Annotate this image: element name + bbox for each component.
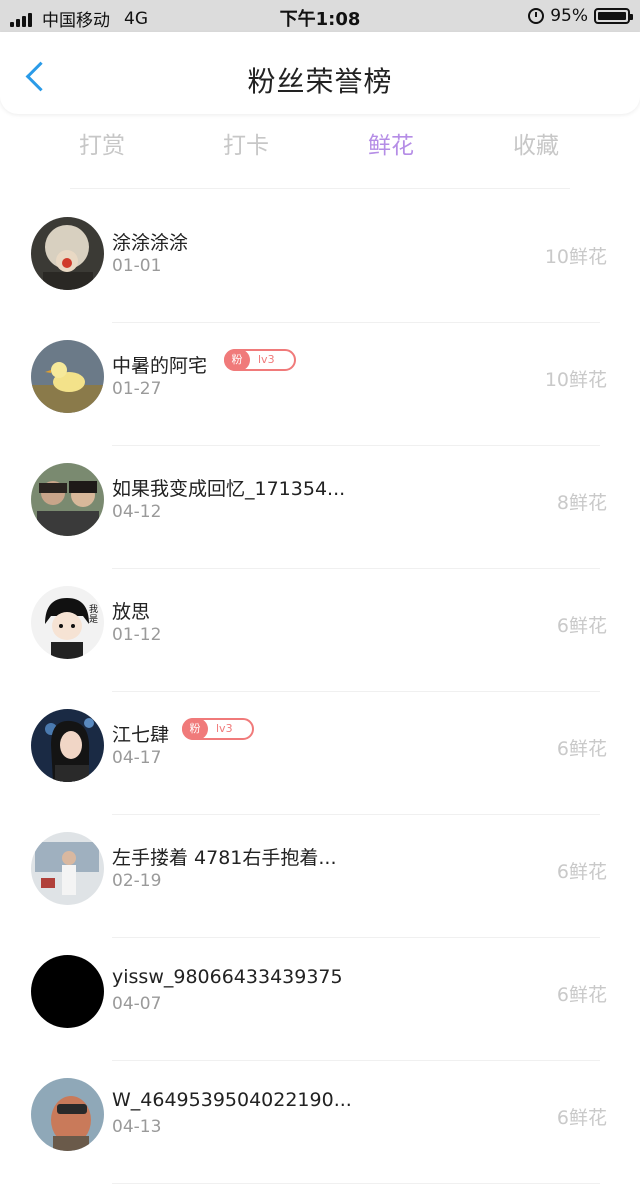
avatar: [31, 709, 104, 782]
user-name: 江七肆: [112, 724, 170, 746]
user-name: W_4649539504022190...: [112, 1089, 352, 1111]
user-name: 左手搂着 4781右手抱着...: [112, 847, 337, 869]
tab-reward[interactable]: 打赏: [42, 126, 162, 160]
flower-count: 6鲜花: [556, 984, 607, 1006]
tab-bar: 打赏 打卡 鲜花 收藏: [0, 120, 640, 168]
flower-count: 10鲜花: [544, 246, 607, 268]
list-item[interactable]: 我 是 放思 01-12 6鲜花: [0, 569, 640, 692]
avatar: [31, 1078, 104, 1151]
avatar: [31, 955, 104, 1028]
user-date: 01-01: [112, 256, 162, 276]
page-title: 粉丝荣誉榜: [247, 65, 393, 98]
user-date: 01-12: [112, 625, 162, 645]
status-right: 95%: [528, 6, 633, 26]
list-item[interactable]: 左手搂着 4781右手抱着... 02-19 6鲜花: [0, 815, 640, 938]
fan-level-badge: 粉 lv3: [182, 718, 254, 740]
flower-count: 6鲜花: [556, 738, 607, 760]
status-bar: 中国移动 4G 下午1:08 95%: [0, 0, 640, 32]
level-label: lv3: [258, 353, 275, 366]
fan-badge-label: 粉: [224, 349, 250, 371]
flower-count: 8鲜花: [556, 492, 607, 514]
level-label: lv3: [216, 722, 233, 735]
list-item[interactable]: W_4649539504022190... 04-13 6鲜花: [0, 1061, 640, 1184]
list-item[interactable]: 涂涂涂涂 01-01 10鲜花: [0, 200, 640, 323]
nav-header: 粉丝荣誉榜: [0, 32, 640, 114]
fan-badge-label: 粉: [182, 718, 208, 740]
user-date: 04-12: [112, 502, 162, 522]
user-date: 04-13: [112, 1117, 162, 1137]
user-name: yissw_98066433439375: [112, 966, 343, 988]
fan-list: 涂涂涂涂 01-01 10鲜花 中暑的阿宅 粉 lv3 01-27 10鲜花 如…: [0, 200, 640, 1184]
fan-level-badge: 粉 lv3: [224, 349, 296, 371]
user-date: 04-07: [112, 994, 162, 1014]
flower-count: 6鲜花: [556, 615, 607, 637]
tab-checkin[interactable]: 打卡: [186, 126, 306, 160]
user-name: 中暑的阿宅: [112, 355, 208, 377]
svg-text:我: 我: [89, 604, 98, 615]
list-item[interactable]: yissw_98066433439375 04-07 6鲜花: [0, 938, 640, 1061]
user-date: 04-17: [112, 748, 162, 768]
avatar: [31, 217, 104, 290]
user-date: 02-19: [112, 871, 162, 891]
avatar: 我 是: [31, 586, 104, 659]
flower-count: 6鲜花: [556, 1107, 607, 1129]
avatar: [31, 340, 104, 413]
list-item[interactable]: 江七肆 粉 lv3 04-17 6鲜花: [0, 692, 640, 815]
flower-count: 10鲜花: [544, 369, 607, 391]
svg-text:是: 是: [89, 614, 98, 625]
battery-label: 95%: [550, 6, 588, 26]
list-item[interactable]: 如果我变成回忆_171354... 04-12 8鲜花: [0, 446, 640, 569]
avatar: [31, 463, 104, 536]
user-name: 如果我变成回忆_171354...: [112, 478, 346, 500]
battery-icon: [594, 8, 633, 24]
alarm-icon: [528, 8, 545, 24]
tab-favorites[interactable]: 收藏: [476, 126, 596, 160]
user-name: 放思: [112, 601, 151, 623]
user-date: 01-27: [112, 379, 162, 399]
tab-divider: [70, 188, 570, 189]
avatar: [31, 832, 104, 905]
flower-count: 6鲜花: [556, 861, 607, 883]
tab-flowers[interactable]: 鲜花: [331, 126, 451, 160]
user-name: 涂涂涂涂: [112, 232, 189, 254]
list-item[interactable]: 中暑的阿宅 粉 lv3 01-27 10鲜花: [0, 323, 640, 446]
